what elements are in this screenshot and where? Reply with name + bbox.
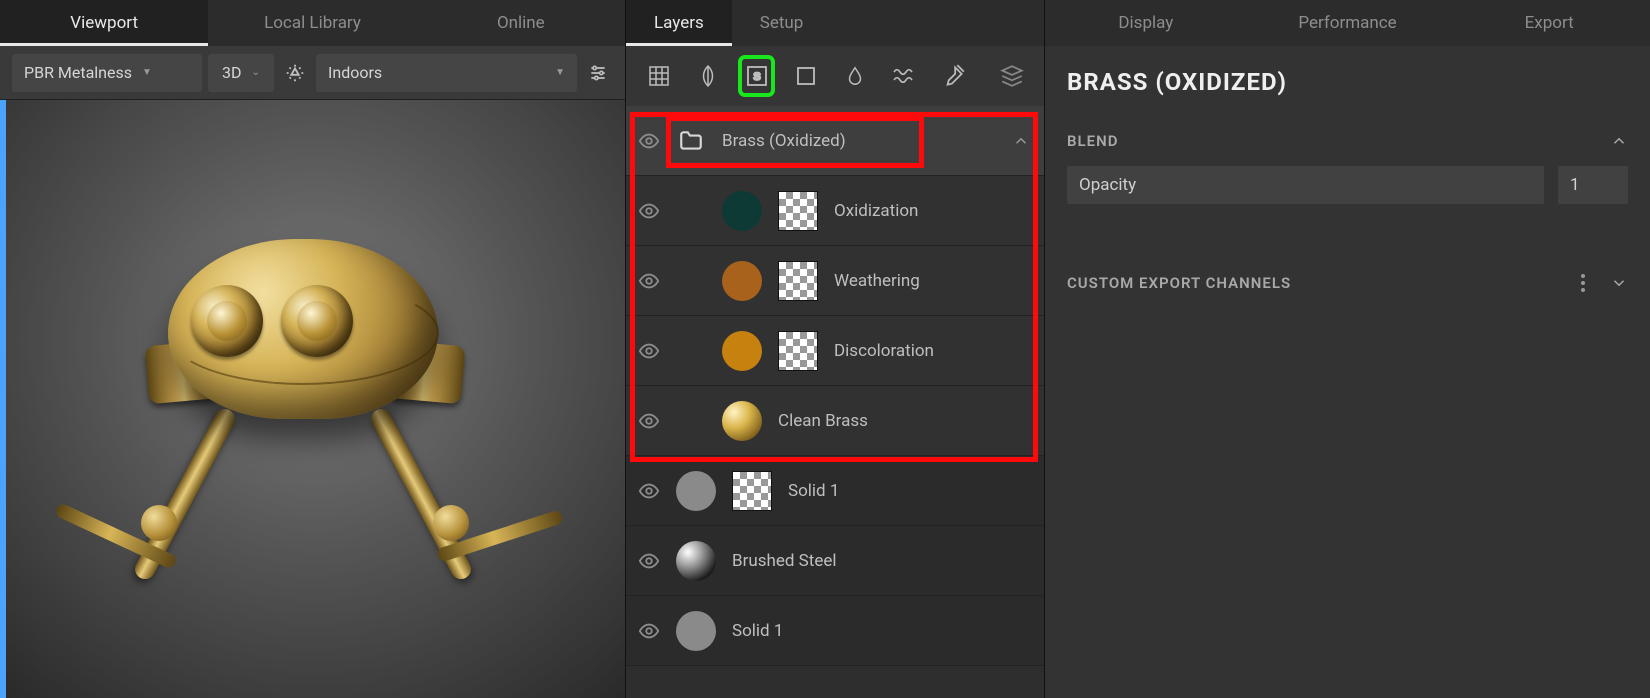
layer-mask-thumb[interactable] bbox=[732, 471, 772, 511]
stack-icon[interactable] bbox=[997, 59, 1026, 93]
visibility-eye-icon[interactable] bbox=[638, 410, 660, 432]
view-mode-dropdown[interactable]: 3D ⌄ bbox=[208, 54, 274, 92]
visibility-eye-icon[interactable] bbox=[638, 200, 660, 222]
layer-swatch bbox=[676, 611, 716, 651]
shader-value: PBR Metalness bbox=[24, 63, 132, 82]
tab-label: Export bbox=[1525, 13, 1574, 33]
layer-discoloration[interactable]: Discoloration bbox=[626, 316, 1044, 386]
box-tool-icon[interactable] bbox=[791, 59, 820, 93]
section-heading: BLEND bbox=[1067, 132, 1118, 150]
chevron-down-icon: ▼ bbox=[555, 67, 565, 78]
layer-swatch bbox=[722, 401, 762, 441]
opacity-value: 1 bbox=[1570, 175, 1580, 195]
layer-oxidization[interactable]: Oxidization bbox=[626, 176, 1044, 246]
shader-dropdown[interactable]: PBR Metalness ▼ bbox=[12, 54, 202, 92]
layer-mask-thumb[interactable] bbox=[778, 261, 818, 301]
visibility-eye-icon[interactable] bbox=[638, 620, 660, 642]
tab-performance[interactable]: Performance bbox=[1247, 0, 1449, 46]
opacity-value-field[interactable]: 1 bbox=[1558, 166, 1628, 204]
light-icon[interactable] bbox=[280, 62, 310, 84]
more-options-icon[interactable] bbox=[1574, 274, 1592, 292]
tab-label: Online bbox=[497, 13, 545, 33]
layer-name: Discoloration bbox=[834, 341, 1030, 361]
visibility-eye-icon[interactable] bbox=[638, 270, 660, 292]
settings-toggle-icon[interactable] bbox=[583, 62, 613, 84]
visibility-eye-icon[interactable] bbox=[638, 130, 660, 152]
visibility-eye-icon[interactable] bbox=[638, 550, 660, 572]
layer-name: Clean Brass bbox=[778, 411, 1030, 431]
view-mode-value: 3D bbox=[222, 63, 242, 82]
tab-local-library[interactable]: Local Library bbox=[208, 0, 416, 46]
layer-name: Oxidization bbox=[834, 201, 1030, 221]
opacity-dropdown[interactable]: Opacity bbox=[1067, 166, 1544, 204]
layer-name: Brass (Oxidized) bbox=[722, 131, 996, 151]
layer-swatch bbox=[722, 191, 762, 231]
layers-list: Brass (Oxidized) Oxidization Weathering … bbox=[626, 106, 1044, 698]
section-heading: CUSTOM EXPORT CHANNELS bbox=[1067, 274, 1291, 292]
tab-label: Viewport bbox=[70, 13, 138, 33]
environment-dropdown[interactable]: Indoors ▼ bbox=[316, 54, 577, 92]
layer-name: Weathering bbox=[834, 271, 1030, 291]
tab-label: Display bbox=[1118, 13, 1173, 33]
properties-panel: Display Performance Export BRASS (OXIDIZ… bbox=[1045, 0, 1650, 698]
tab-label: Local Library bbox=[264, 13, 361, 33]
drop-tool-icon[interactable] bbox=[840, 59, 869, 93]
chevron-down-icon[interactable] bbox=[1610, 274, 1628, 292]
visibility-eye-icon[interactable] bbox=[638, 340, 660, 362]
tab-label: Setup bbox=[760, 13, 804, 33]
chevron-up-icon[interactable] bbox=[1610, 132, 1628, 150]
layers-panel: Layers Setup S Brass (Oxidized) Oxidizat… bbox=[625, 0, 1045, 698]
smart-material-tool-icon[interactable]: S bbox=[742, 59, 771, 93]
layer-brushed-steel[interactable]: Brushed Steel bbox=[626, 526, 1044, 596]
viewport-3d[interactable] bbox=[0, 100, 625, 698]
tab-online[interactable]: Online bbox=[417, 0, 625, 46]
layer-name: Solid 1 bbox=[788, 481, 1030, 501]
layer-mask-thumb[interactable] bbox=[778, 331, 818, 371]
grid-tool-icon[interactable] bbox=[644, 59, 673, 93]
opacity-label: Opacity bbox=[1079, 175, 1136, 195]
layer-clean-brass[interactable]: Clean Brass bbox=[626, 386, 1044, 456]
layer-mask-thumb[interactable] bbox=[778, 191, 818, 231]
folder-icon bbox=[676, 128, 706, 154]
chevron-down-icon: ⌄ bbox=[252, 67, 260, 78]
model-preview bbox=[103, 169, 503, 569]
viewport-toolbar: PBR Metalness ▼ 3D ⌄ Indoors ▼ bbox=[0, 46, 625, 100]
tab-layers[interactable]: Layers bbox=[626, 0, 732, 46]
layer-swatch bbox=[676, 541, 716, 581]
layers-tab-row: Layers Setup bbox=[626, 0, 1044, 46]
blend-section: BLEND Opacity 1 bbox=[1067, 132, 1628, 204]
tab-export[interactable]: Export bbox=[1448, 0, 1650, 46]
wave-tool-icon[interactable] bbox=[889, 59, 918, 93]
layer-swatch bbox=[676, 471, 716, 511]
viewport-panel: Viewport Local Library Online PBR Metaln… bbox=[0, 0, 625, 698]
viewport-tab-row: Viewport Local Library Online bbox=[0, 0, 625, 46]
layer-name: Solid 1 bbox=[732, 621, 1030, 641]
chevron-up-icon[interactable] bbox=[1012, 132, 1030, 150]
leaf-tool-icon[interactable] bbox=[693, 59, 722, 93]
layer-tool-strip: S bbox=[626, 46, 1044, 106]
tab-display[interactable]: Display bbox=[1045, 0, 1247, 46]
layer-group-brass[interactable]: Brass (Oxidized) bbox=[626, 106, 1044, 176]
brush-tool-icon[interactable] bbox=[938, 59, 967, 93]
layer-weathering[interactable]: Weathering bbox=[626, 246, 1044, 316]
layer-swatch bbox=[722, 261, 762, 301]
tab-label: Layers bbox=[654, 13, 704, 33]
properties-body: BRASS (OXIDIZED) BLEND Opacity 1 CUSTOM … bbox=[1045, 46, 1650, 698]
chevron-down-icon: ▼ bbox=[142, 67, 152, 78]
selection-title: BRASS (OXIDIZED) bbox=[1067, 68, 1628, 96]
svg-text:S: S bbox=[753, 71, 760, 83]
export-channels-section: CUSTOM EXPORT CHANNELS bbox=[1067, 274, 1628, 292]
tab-viewport[interactable]: Viewport bbox=[0, 0, 208, 46]
tab-label: Performance bbox=[1298, 13, 1396, 33]
layer-solid-1b[interactable]: Solid 1 bbox=[626, 596, 1044, 666]
tab-setup[interactable]: Setup bbox=[732, 0, 832, 46]
visibility-eye-icon[interactable] bbox=[638, 480, 660, 502]
environment-value: Indoors bbox=[328, 63, 382, 82]
layer-name: Brushed Steel bbox=[732, 551, 1030, 571]
right-tab-row: Display Performance Export bbox=[1045, 0, 1650, 46]
layer-swatch bbox=[722, 331, 762, 371]
layer-solid-1a[interactable]: Solid 1 bbox=[626, 456, 1044, 526]
